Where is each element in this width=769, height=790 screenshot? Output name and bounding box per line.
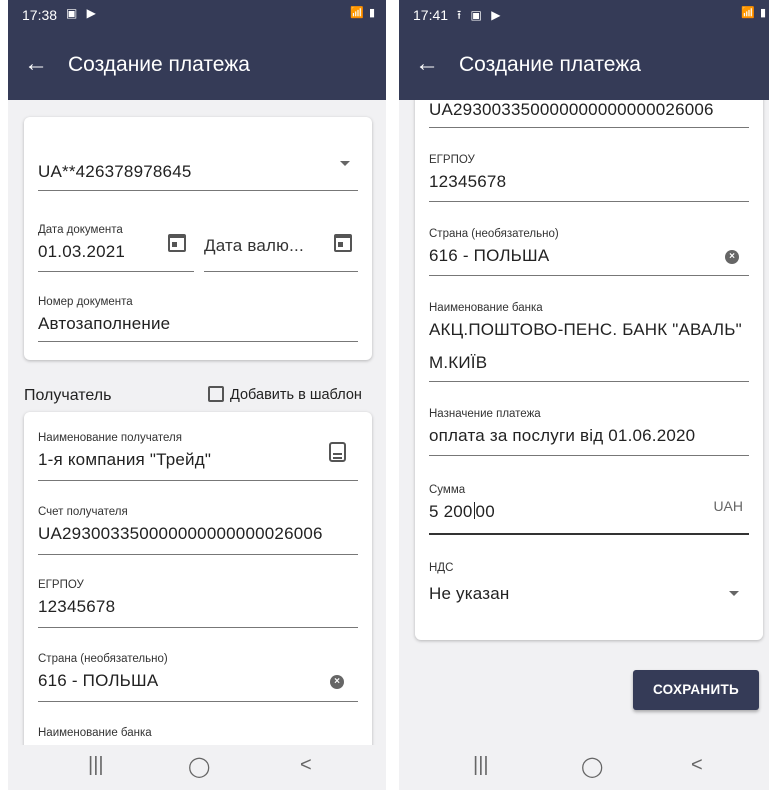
recipient-account-value: UA293003350000000000000026006 <box>38 524 323 543</box>
back-arrow-icon[interactable]: ← <box>24 50 48 78</box>
app-bar: ← Создание платежа <box>8 30 386 100</box>
country-field[interactable]: Страна (необязательно) 616 - ПОЛЬША × <box>38 649 358 702</box>
calendar-icon[interactable] <box>334 234 352 252</box>
amount-field[interactable]: Сумма 5 200 00 UAH <box>429 480 749 535</box>
vat-label: НДС <box>429 562 454 574</box>
add-to-template-label: Добавить в шаблон <box>230 387 362 403</box>
status-bar: 17:41 ⭱ ▣ ▶ 📶 ▮ <box>399 0 769 30</box>
clear-icon[interactable]: × <box>725 250 739 264</box>
recipient-account-value: UA293003350000000000000026006 <box>429 100 714 119</box>
form-content[interactable]: UA293003350000000000000026006 ЕГРПОУ 123… <box>399 100 769 745</box>
signal-battery-icons: 📶 ▮ <box>741 7 767 19</box>
back-icon[interactable]: < <box>300 754 312 777</box>
country-value: 616 - ПОЛЬША <box>38 671 159 690</box>
recipient-name-value: 1-я компания "Трейд" <box>38 450 212 469</box>
country-value: 616 - ПОЛЬША <box>429 246 550 265</box>
currency-label: UAH <box>713 498 743 514</box>
calendar-icon[interactable] <box>168 234 186 252</box>
address-book-icon[interactable] <box>329 442 346 462</box>
recipient-card: Наименование получателя 1-я компания "Тр… <box>24 412 372 745</box>
edrpou-value: 12345678 <box>429 172 507 191</box>
dropdown-arrow-icon <box>340 161 350 166</box>
value-date-field[interactable]: Дата валю... <box>204 220 358 272</box>
document-number-field[interactable]: Номер документа Автозаполнение <box>38 292 358 342</box>
recipient-section-title: Получатель <box>24 387 112 404</box>
notification-icons: ▣ ▶ <box>66 6 99 20</box>
back-icon[interactable]: < <box>691 754 703 777</box>
document-number-label: Номер документа <box>38 296 133 308</box>
edrpou-label: ЕГРПОУ <box>429 154 475 166</box>
bank-name-field[interactable]: Наименование банка АКЦ.ПОШТОВО-ПЕНС. БАН… <box>429 298 749 382</box>
country-label: Страна (необязательно) <box>38 653 168 665</box>
value-date-placeholder: Дата валю... <box>204 236 304 255</box>
bank-name-line-2: М.КИЇВ <box>429 353 488 372</box>
save-button[interactable]: СОХРАНИТЬ <box>633 670 759 710</box>
status-time: 17:41 <box>413 7 449 23</box>
document-number-value: Автозаполнение <box>38 314 171 333</box>
recipient-name-field[interactable]: Наименование получателя 1-я компания "Тр… <box>38 428 358 481</box>
edrpou-field[interactable]: ЕГРПОУ 12345678 <box>38 575 358 628</box>
form-content[interactable]: UA**426378978645 Дата документа 01.03.20… <box>8 100 386 745</box>
status-bar: 17:38 ▣ ▶ 📶 ▮ <box>8 0 386 30</box>
amount-label: Сумма <box>429 484 466 496</box>
app-bar: ← Создание платежа <box>399 30 769 100</box>
clear-icon[interactable]: × <box>330 675 344 689</box>
system-nav-bar: ||| ◯ < <box>8 745 386 790</box>
recents-icon[interactable]: ||| <box>473 754 489 777</box>
recipient-name-label: Наименование получателя <box>38 432 182 444</box>
status-time: 17:38 <box>22 7 58 23</box>
page-title: Создание платежа <box>459 53 641 76</box>
page-title: Создание платежа <box>68 53 250 76</box>
payment-purpose-label: Назначение платежа <box>429 408 541 420</box>
bank-name-line-1: АКЦ.ПОШТОВО-ПЕНС. БАНК "АВАЛЬ" <box>429 320 742 339</box>
amount-value-after-cursor: 00 <box>475 502 495 521</box>
country-label: Страна (необязательно) <box>429 228 559 240</box>
document-date-value: 01.03.2021 <box>38 242 126 261</box>
payer-card: UA**426378978645 Дата документа 01.03.20… <box>24 117 372 360</box>
vat-select[interactable]: НДС Не указан <box>429 558 749 608</box>
vat-value: Не указан <box>429 584 510 603</box>
back-arrow-icon[interactable]: ← <box>415 50 439 78</box>
signal-battery-icons: 📶 ▮ <box>350 7 376 19</box>
country-field[interactable]: Страна (необязательно) 616 - ПОЛЬША × <box>429 224 749 276</box>
amount-value: 5 200 00 <box>429 502 495 522</box>
document-date-field[interactable]: Дата документа 01.03.2021 <box>38 220 194 272</box>
recipient-account-field[interactable]: Счет получателя UA2930033500000000000000… <box>38 502 358 555</box>
home-icon[interactable]: ◯ <box>581 754 603 779</box>
recipient-account-label: Счет получателя <box>38 506 128 518</box>
edrpou-value: 12345678 <box>38 597 116 616</box>
system-nav-bar: ||| ◯ < <box>399 745 769 790</box>
dropdown-arrow-icon <box>729 591 739 596</box>
phone-screen-left: 17:38 ▣ ▶ 📶 ▮ ← Создание платежа UA**426… <box>8 0 386 790</box>
recipient-account-field[interactable]: UA293003350000000000000026006 <box>429 100 749 128</box>
payment-purpose-field[interactable]: Назначение платежа оплата за послуги від… <box>429 404 749 456</box>
document-date-label: Дата документа <box>38 224 123 236</box>
payment-purpose-value: оплата за послуги від 01.06.2020 <box>429 426 696 445</box>
recents-icon[interactable]: ||| <box>88 754 104 777</box>
notification-icons: ⭱ ▣ ▶ <box>457 8 504 22</box>
edrpou-label: ЕГРПОУ <box>38 579 84 591</box>
account-select[interactable]: UA**426378978645 <box>38 147 358 191</box>
account-value: UA**426378978645 <box>38 162 192 181</box>
bank-name-label: Наименование банка <box>429 302 543 314</box>
home-icon[interactable]: ◯ <box>188 754 210 779</box>
amount-value-before-cursor: 5 200 <box>429 502 473 521</box>
text-cursor <box>473 502 475 519</box>
checkbox-icon[interactable] <box>208 386 224 402</box>
phone-screen-right: 17:41 ⭱ ▣ ▶ 📶 ▮ ← Создание платежа UA293… <box>399 0 769 790</box>
bank-name-label: Наименование банка <box>38 727 152 739</box>
recipient-card: UA293003350000000000000026006 ЕГРПОУ 123… <box>415 100 763 640</box>
edrpou-field[interactable]: ЕГРПОУ 12345678 <box>429 150 749 202</box>
add-to-template-checkbox[interactable]: Добавить в шаблон <box>208 386 362 403</box>
